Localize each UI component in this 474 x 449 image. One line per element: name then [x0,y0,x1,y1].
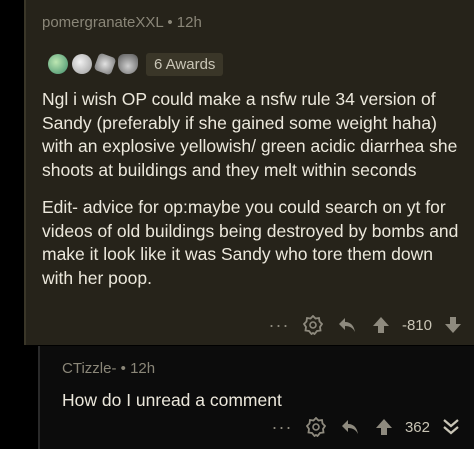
award-icon [72,54,92,74]
reply-body: How do I unread a comment [62,390,282,410]
downvote-arrow-icon[interactable] [436,313,470,337]
comment-author[interactable]: pomergranateXXL [42,14,163,31]
award-icon [93,52,117,76]
reply-author[interactable]: CTizzle- [62,360,116,377]
reply-comment: CTizzle- • 12h How do I unread a comment… [38,346,474,449]
comment-body: Ngl i wish OP could make a nsfw rule 34 … [42,88,462,304]
reply-meta: CTizzle- • 12h [62,360,155,377]
comment-meta: pomergranateXXL • 12h [42,14,202,31]
double-chevron-down-icon[interactable] [434,415,468,439]
reply-arrow-icon[interactable] [330,313,364,337]
reply-age: 12h [130,360,156,377]
comment-paragraph: Edit- advice for op:maybe you could sear… [42,197,459,288]
highlighted-comment: pomergranateXXL • 12h 6 Awards Ngl i wis… [24,0,474,345]
comment-age: 12h [176,14,202,31]
upvote-arrow-icon[interactable] [367,415,401,439]
meta-separator: • [167,14,173,31]
ellipsis-icon[interactable]: ··· [265,415,299,439]
comment-actions: ··· -810 [262,312,470,338]
awards-row[interactable]: 6 Awards [48,50,224,78]
award-badge-icon[interactable] [296,313,330,337]
upvote-arrow-icon[interactable] [364,313,398,337]
award-icon [118,54,138,74]
comment-score: -810 [401,316,432,334]
reply-arrow-icon[interactable] [333,415,367,439]
reply-actions: ··· 362 [265,414,468,440]
reply-score: 362 [404,418,430,436]
comment-paragraph: Ngl i wish OP could make a nsfw rule 34 … [42,89,458,180]
award-icon [48,54,68,74]
meta-separator: • [120,360,126,377]
ellipsis-icon[interactable]: ··· [262,313,296,337]
awards-count[interactable]: 6 Awards [146,52,224,76]
award-badge-icon[interactable] [299,415,333,439]
